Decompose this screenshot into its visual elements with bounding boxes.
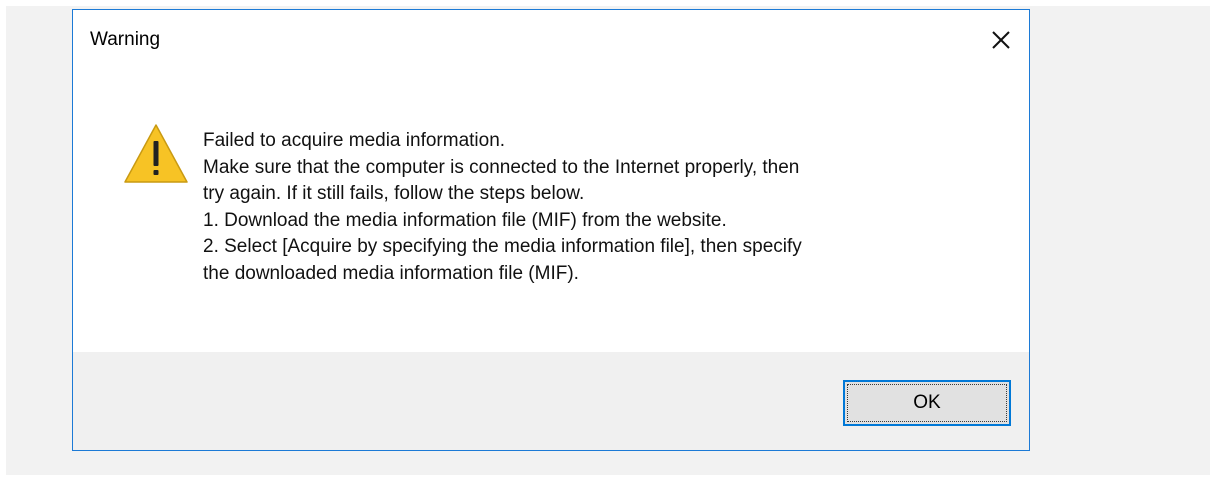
message-line: 1. Download the media information file (… xyxy=(203,209,727,231)
message-line: 2. Select [Acquire by specifying the med… xyxy=(203,236,802,257)
message-line: Make sure that the computer is connected… xyxy=(203,156,800,178)
warning-icon xyxy=(124,124,188,183)
message-line: try again. If it still fails, follow the… xyxy=(203,183,585,204)
ok-button[interactable]: OK xyxy=(843,380,1011,426)
ok-button-label: OK xyxy=(847,384,1007,422)
message-line: the downloaded media information file (M… xyxy=(203,262,579,284)
dialog-title: Warning xyxy=(90,29,161,50)
close-button[interactable] xyxy=(989,28,1013,52)
message-line: Failed to acquire media information. xyxy=(203,130,506,151)
dialog-button-bar: OK xyxy=(73,352,1029,450)
warning-message: Failed to acquire media information. Mak… xyxy=(203,128,993,287)
close-icon xyxy=(992,31,1010,49)
warning-dialog: Warning Failed to acquire media informat… xyxy=(72,9,1030,451)
dialog-titlebar[interactable]: Warning xyxy=(73,10,1029,70)
dialog-content: Failed to acquire media information. Mak… xyxy=(73,70,1029,352)
